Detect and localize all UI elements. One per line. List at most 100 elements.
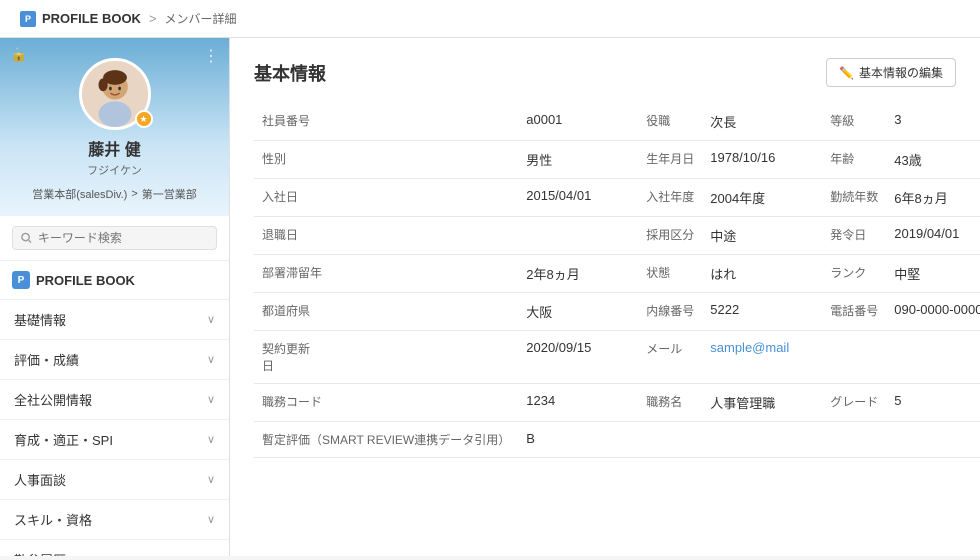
nav-item-4[interactable]: 人事面談∨ bbox=[0, 460, 229, 500]
field-value-2-1: 2004年度 bbox=[702, 179, 822, 217]
field-label-6-2 bbox=[822, 331, 886, 384]
search-wrap bbox=[12, 226, 217, 250]
nav-item-0[interactable]: 基礎情報 ∨ bbox=[0, 300, 229, 340]
edit-button-label: 基本情報の編集 bbox=[859, 64, 943, 81]
nav-chevron-2: ∨ bbox=[207, 393, 215, 406]
avatar-wrap: ★ bbox=[79, 58, 151, 136]
nav-chevron-3: ∨ bbox=[207, 433, 215, 446]
field-value-1-0: 男性 bbox=[518, 141, 638, 179]
table-row-5: 都道府県大阪内線番号5222電話番号090-0000-0000 bbox=[254, 293, 980, 331]
header-separator: > bbox=[149, 11, 157, 26]
edit-button[interactable]: ✏️ 基本情報の編集 bbox=[826, 58, 956, 87]
search-icon bbox=[21, 232, 32, 244]
table-row-8: 暫定評価（SMART REVIEW連携データ引用）B bbox=[254, 422, 980, 458]
dept-sep: > bbox=[131, 188, 137, 200]
nav-list: 基礎情報∨評価・成績∨全社公開情報∨育成・適正・SPI∨人事面談∨スキル・資格∨… bbox=[0, 300, 229, 556]
field-label-1-0: 性別 bbox=[254, 141, 518, 179]
field-label-4-2: ランク bbox=[822, 255, 886, 293]
field-value-3-2: 2019/04/01 bbox=[886, 217, 980, 255]
field-value-0-0: a0001 bbox=[518, 103, 638, 141]
nav-item-2[interactable]: 全社公開情報 ∨ bbox=[0, 380, 229, 420]
field-value-5-0: 大阪 bbox=[518, 293, 638, 331]
field-label-0-0: 社員番号 bbox=[254, 103, 518, 141]
nav-item-5[interactable]: スキル・資格 ∨ bbox=[0, 500, 229, 540]
field-label-4-0: 部署滞留年 bbox=[254, 255, 518, 293]
field-label-6-0: 契約更新 日 bbox=[254, 331, 518, 384]
field-label-3-2: 発令日 bbox=[822, 217, 886, 255]
field-label-2-1: 入社年度 bbox=[638, 179, 702, 217]
main-layout: 🔒 ⋮ bbox=[0, 38, 980, 556]
field-value-6-1[interactable]: sample@mail bbox=[702, 331, 822, 384]
profile-card: 🔒 ⋮ bbox=[0, 38, 229, 216]
field-value-0-1: 次長 bbox=[702, 103, 822, 141]
field-label-0-2: 等級 bbox=[822, 103, 886, 141]
field-value-6-0: 2020/09/15 bbox=[518, 331, 638, 384]
sidebar-logo-label: PROFILE BOOK bbox=[36, 273, 135, 288]
nav-item-label-5: スキル・資格 bbox=[14, 510, 92, 529]
breadcrumb: メンバー詳細 bbox=[165, 10, 237, 27]
header-logo-label: PROFILE BOOK bbox=[42, 11, 141, 26]
field-value-2-0: 2015/04/01 bbox=[518, 179, 638, 217]
table-row-6: 契約更新 日2020/09/15メールsample@mail bbox=[254, 331, 980, 384]
nav-chevron-1: ∨ bbox=[207, 353, 215, 366]
nav-chevron-4: ∨ bbox=[207, 473, 215, 486]
field-label-7-0: 職務コード bbox=[254, 384, 518, 422]
search-area bbox=[0, 216, 229, 261]
field-value-8-0: B bbox=[518, 422, 980, 458]
field-label-7-2: グレード bbox=[822, 384, 886, 422]
section-title: 基本情報 bbox=[254, 60, 326, 86]
profile-name: 藤井 健 bbox=[16, 136, 213, 160]
nav-item-3[interactable]: 育成・適正・SPI∨ bbox=[0, 420, 229, 460]
field-label-3-0: 退職日 bbox=[254, 217, 518, 255]
field-value-3-1: 中途 bbox=[702, 217, 822, 255]
field-value-3-0 bbox=[518, 217, 638, 255]
nav-item-label-2: 全社公開情報 bbox=[14, 390, 92, 409]
field-label-1-1: 生年月日 bbox=[638, 141, 702, 179]
field-value-4-0: 2年8ヵ月 bbox=[518, 255, 638, 293]
field-value-2-2: 6年8ヵ月 bbox=[886, 179, 980, 217]
lock-icon: 🔒 bbox=[10, 46, 27, 63]
nav-chevron-6: ∨ bbox=[207, 553, 215, 556]
field-value-4-2: 中堅 bbox=[886, 255, 980, 293]
field-label-2-2: 勤続年数 bbox=[822, 179, 886, 217]
field-value-5-1: 5222 bbox=[702, 293, 822, 331]
field-label-0-1: 役職 bbox=[638, 103, 702, 141]
field-value-1-2: 43歳 bbox=[886, 141, 980, 179]
field-label-7-1: 職務名 bbox=[638, 384, 702, 422]
field-value-0-2: 3 bbox=[886, 103, 980, 141]
field-label-6-1: メール bbox=[638, 331, 702, 384]
sidebar-logo-icon: P bbox=[12, 271, 30, 289]
nav-chevron-0: ∨ bbox=[207, 313, 215, 326]
nav-item-label-6: 勤怠履歴 bbox=[14, 550, 66, 556]
dept1: 営業本部(salesDiv.) bbox=[32, 186, 127, 202]
field-label-5-0: 都道府県 bbox=[254, 293, 518, 331]
nav-item-label-1: 評価・成績 bbox=[14, 350, 79, 369]
field-label-1-2: 年齢 bbox=[822, 141, 886, 179]
field-value-7-2: 5 bbox=[886, 384, 980, 422]
field-value-1-1: 1978/10/16 bbox=[702, 141, 822, 179]
nav-chevron-5: ∨ bbox=[207, 513, 215, 526]
table-row-4: 部署滞留年2年8ヵ月状態はれランク中堅 bbox=[254, 255, 980, 293]
logo-icon: P bbox=[20, 11, 36, 27]
profile-kana: フジイケン bbox=[16, 162, 213, 178]
table-row-3: 退職日 採用区分中途発令日2019/04/01 bbox=[254, 217, 980, 255]
nav-item-6[interactable]: 勤怠履歴 ∨ bbox=[0, 540, 229, 556]
more-icon[interactable]: ⋮ bbox=[203, 46, 219, 66]
dept2: 第一営業部 bbox=[142, 186, 197, 202]
field-label-5-1: 内線番号 bbox=[638, 293, 702, 331]
nav-item-label-0: 基礎情報 bbox=[14, 310, 66, 329]
edit-icon: ✏️ bbox=[839, 66, 854, 80]
table-row-0: 社員番号a0001役職次長等級3 bbox=[254, 103, 980, 141]
header-logo: P PROFILE BOOK bbox=[20, 11, 141, 27]
field-label-3-1: 採用区分 bbox=[638, 217, 702, 255]
field-label-8-0: 暫定評価（SMART REVIEW連携データ引用） bbox=[254, 422, 518, 458]
nav-item-1[interactable]: 評価・成績 ∨ bbox=[0, 340, 229, 380]
search-input[interactable] bbox=[38, 231, 208, 245]
field-label-5-2: 電話番号 bbox=[822, 293, 886, 331]
table-row-7: 職務コード1234職務名人事管理職グレード5 bbox=[254, 384, 980, 422]
content-area: 基本情報 ✏️ 基本情報の編集 社員番号a0001役職次長等級3性別男性生年月日… bbox=[230, 38, 980, 556]
field-label-2-0: 入社日 bbox=[254, 179, 518, 217]
table-row-2: 入社日2015/04/01入社年度2004年度勤続年数6年8ヵ月 bbox=[254, 179, 980, 217]
field-label-4-1: 状態 bbox=[638, 255, 702, 293]
field-value-6-2 bbox=[886, 331, 980, 384]
